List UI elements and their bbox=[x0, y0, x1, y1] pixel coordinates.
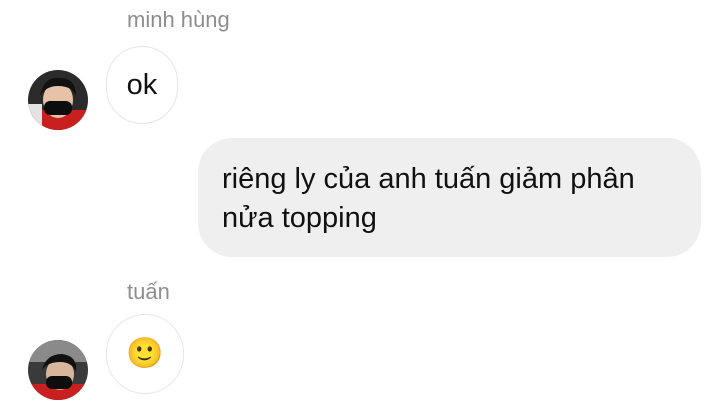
outgoing-message-bubble[interactable]: riêng ly của anh tuấn giảm phân nửa topp… bbox=[198, 138, 701, 257]
message-text: ok bbox=[126, 68, 158, 101]
sender-name-tuan: tuấn bbox=[127, 279, 170, 304]
avatar-tuan[interactable] bbox=[28, 340, 88, 400]
incoming-message-bubble[interactable]: ok bbox=[106, 46, 178, 124]
sender-name-minh-hung: minh hùng bbox=[127, 7, 230, 32]
incoming-message-bubble[interactable]: 🙂 bbox=[106, 314, 184, 394]
profile-photo-icon bbox=[28, 340, 88, 400]
message-text: riêng ly của anh tuấn giảm phân nửa topp… bbox=[222, 163, 635, 234]
avatar-minh-hung[interactable] bbox=[28, 70, 88, 130]
profile-photo-icon bbox=[28, 70, 88, 130]
slight-smile-emoji-icon: 🙂 bbox=[126, 337, 164, 370]
